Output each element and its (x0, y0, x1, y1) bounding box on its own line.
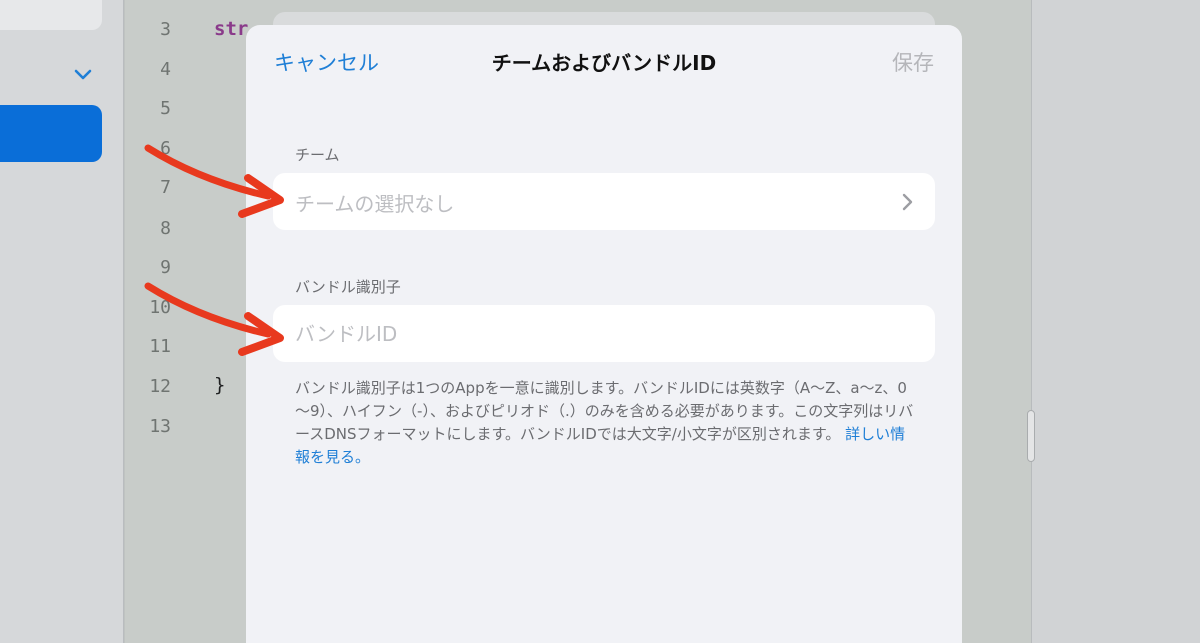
footnote-text: バンドル識別子は1つのAppを一意に識別します。バンドルIDには英数字（A～Z、… (295, 379, 914, 443)
line-number: 8 (160, 218, 171, 239)
line-number: 4 (160, 59, 171, 80)
line-number: 9 (160, 257, 171, 278)
chevron-right-icon (902, 193, 913, 211)
bundle-id-row[interactable] (273, 305, 935, 362)
line-number: 6 (160, 138, 171, 159)
scroll-handle[interactable] (1027, 410, 1035, 462)
code-keyword: str (214, 18, 249, 40)
bundle-id-footnote: バンドル識別子は1つのAppを一意に識別します。バンドルIDには英数字（A～Z、… (295, 377, 915, 469)
team-value: チームの選択なし (295, 192, 455, 216)
line-number: 5 (160, 98, 171, 119)
line-number: 12 (149, 376, 171, 397)
team-selector-row[interactable]: チームの選択なし (273, 173, 935, 230)
sidebar (0, 0, 124, 643)
sidebar-item-selected[interactable] (0, 105, 102, 162)
line-number: 3 (160, 19, 171, 40)
inspector-pane (1031, 0, 1200, 643)
line-number: 11 (149, 336, 171, 357)
chevron-down-icon[interactable] (72, 64, 94, 86)
code-closing-brace: } (214, 374, 226, 396)
save-button[interactable]: 保存 (892, 47, 934, 77)
sidebar-item-top[interactable] (0, 0, 102, 30)
line-number: 7 (160, 177, 171, 198)
team-section-label: チーム (295, 146, 340, 164)
team-bundle-id-sheet: キャンセル チームおよびバンドルID 保存 チーム チームの選択なし バンドル識… (246, 25, 962, 643)
line-number: 13 (149, 416, 171, 437)
bundle-section-label: バンドル識別子 (295, 278, 401, 296)
bundle-id-input[interactable] (273, 305, 935, 362)
sheet-title: チームおよびバンドルID (491, 51, 717, 75)
line-number: 10 (149, 297, 171, 318)
